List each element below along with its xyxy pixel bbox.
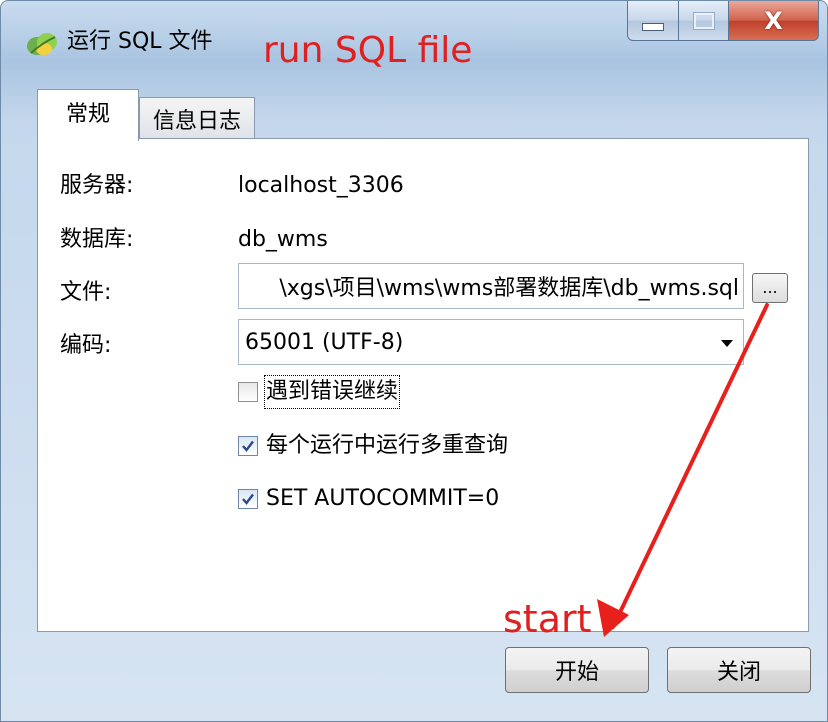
option-continue-on-error[interactable]: 遇到错误继续 — [238, 375, 401, 409]
minimize-icon — [642, 22, 664, 31]
tab-general[interactable]: 常规 — [37, 89, 139, 141]
multiple-queries-checkbox[interactable] — [238, 436, 258, 456]
maximize-button[interactable] — [679, 1, 729, 41]
tab-info-log-label: 信息日志 — [152, 108, 241, 134]
database-value: db_wms — [238, 227, 328, 252]
file-label: 文件: — [60, 280, 112, 305]
continue-on-error-label: 遇到错误继续 — [263, 375, 401, 409]
browse-file-button[interactable]: ... — [752, 273, 788, 303]
close-icon: X — [764, 6, 783, 35]
continue-on-error-checkbox[interactable] — [238, 382, 258, 402]
server-label: 服务器: — [60, 173, 134, 198]
annotation-start: start — [503, 597, 592, 641]
encoding-selected-value: 65001 (UTF-8) — [245, 330, 404, 355]
checkmark-icon — [242, 493, 254, 505]
tab-general-label: 常规 — [65, 101, 110, 127]
close-window-button[interactable]: X — [729, 1, 819, 41]
start-button[interactable]: 开始 — [505, 647, 649, 693]
autocommit-label: SET AUTOCOMMIT=0 — [266, 486, 500, 511]
dialog-button-bar: 开始 关闭 — [1, 641, 827, 701]
server-value: localhost_3306 — [238, 173, 404, 198]
option-multiple-queries[interactable]: 每个运行中运行多重查询 — [238, 429, 508, 463]
multiple-queries-label: 每个运行中运行多重查询 — [266, 433, 509, 458]
checkmark-icon — [242, 440, 254, 452]
encoding-select[interactable]: 65001 (UTF-8) — [238, 319, 744, 365]
file-path-field[interactable] — [238, 263, 744, 309]
chevron-down-icon[interactable] — [721, 340, 733, 347]
autocommit-checkbox[interactable] — [238, 489, 258, 509]
title-bar[interactable]: 运行 SQL 文件 run SQL file X — [1, 1, 827, 81]
window-title: 运行 SQL 文件 — [67, 29, 213, 54]
encoding-label: 编码: — [60, 333, 112, 358]
run-sql-file-dialog: 运行 SQL 文件 run SQL file X 常规 信息日志 服务器: lo… — [0, 0, 828, 722]
tab-info-log[interactable]: 信息日志 — [139, 97, 255, 139]
option-autocommit[interactable]: SET AUTOCOMMIT=0 — [238, 482, 499, 516]
navicat-leaf-icon — [25, 29, 59, 59]
annotation-run-sql-file: run SQL file — [263, 30, 473, 71]
close-button[interactable]: 关闭 — [667, 647, 811, 693]
database-label: 数据库: — [60, 227, 134, 252]
maximize-icon — [692, 11, 715, 30]
general-panel: 服务器: localhost_3306 数据库: db_wms 文件: ... … — [37, 138, 809, 632]
minimize-button[interactable] — [627, 1, 679, 41]
window-controls: X — [627, 1, 819, 45]
